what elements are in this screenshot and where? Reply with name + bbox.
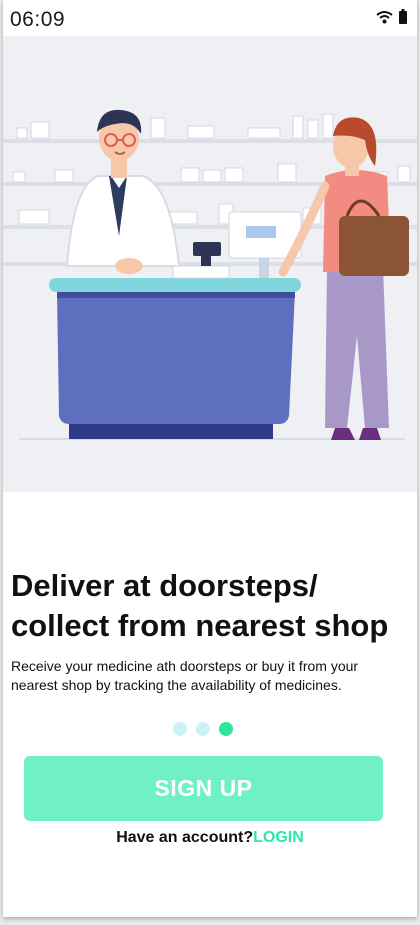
account-prompt-row: Have an account?LOGIN bbox=[3, 829, 417, 847]
title-line-2: collect from nearest shop bbox=[11, 608, 389, 643]
login-link[interactable]: LOGIN bbox=[253, 829, 304, 846]
onboarding-illustration bbox=[3, 36, 417, 492]
page-dot-3-active[interactable] bbox=[219, 722, 233, 736]
wifi-icon bbox=[376, 10, 393, 29]
onboarding-description: Receive your medicine ath doorsteps or b… bbox=[11, 658, 359, 693]
signup-button[interactable]: SIGN UP bbox=[24, 756, 383, 821]
status-icons bbox=[376, 9, 407, 29]
page-indicator bbox=[173, 722, 233, 736]
title-line-1: Deliver at doorsteps/ bbox=[11, 568, 318, 603]
page-dot-1[interactable] bbox=[173, 722, 187, 736]
account-prompt: Have an account? bbox=[116, 829, 254, 846]
status-time: 06:09 bbox=[10, 8, 66, 31]
onboarding-title: Deliver at doorsteps/ collect from neare… bbox=[11, 566, 415, 646]
status-bar: 06:09 bbox=[3, 0, 417, 36]
battery-icon bbox=[399, 9, 407, 29]
app-screen: 06:09 Deliver at doorsteps/ collect from… bbox=[3, 0, 417, 917]
page-dot-2[interactable] bbox=[196, 722, 210, 736]
